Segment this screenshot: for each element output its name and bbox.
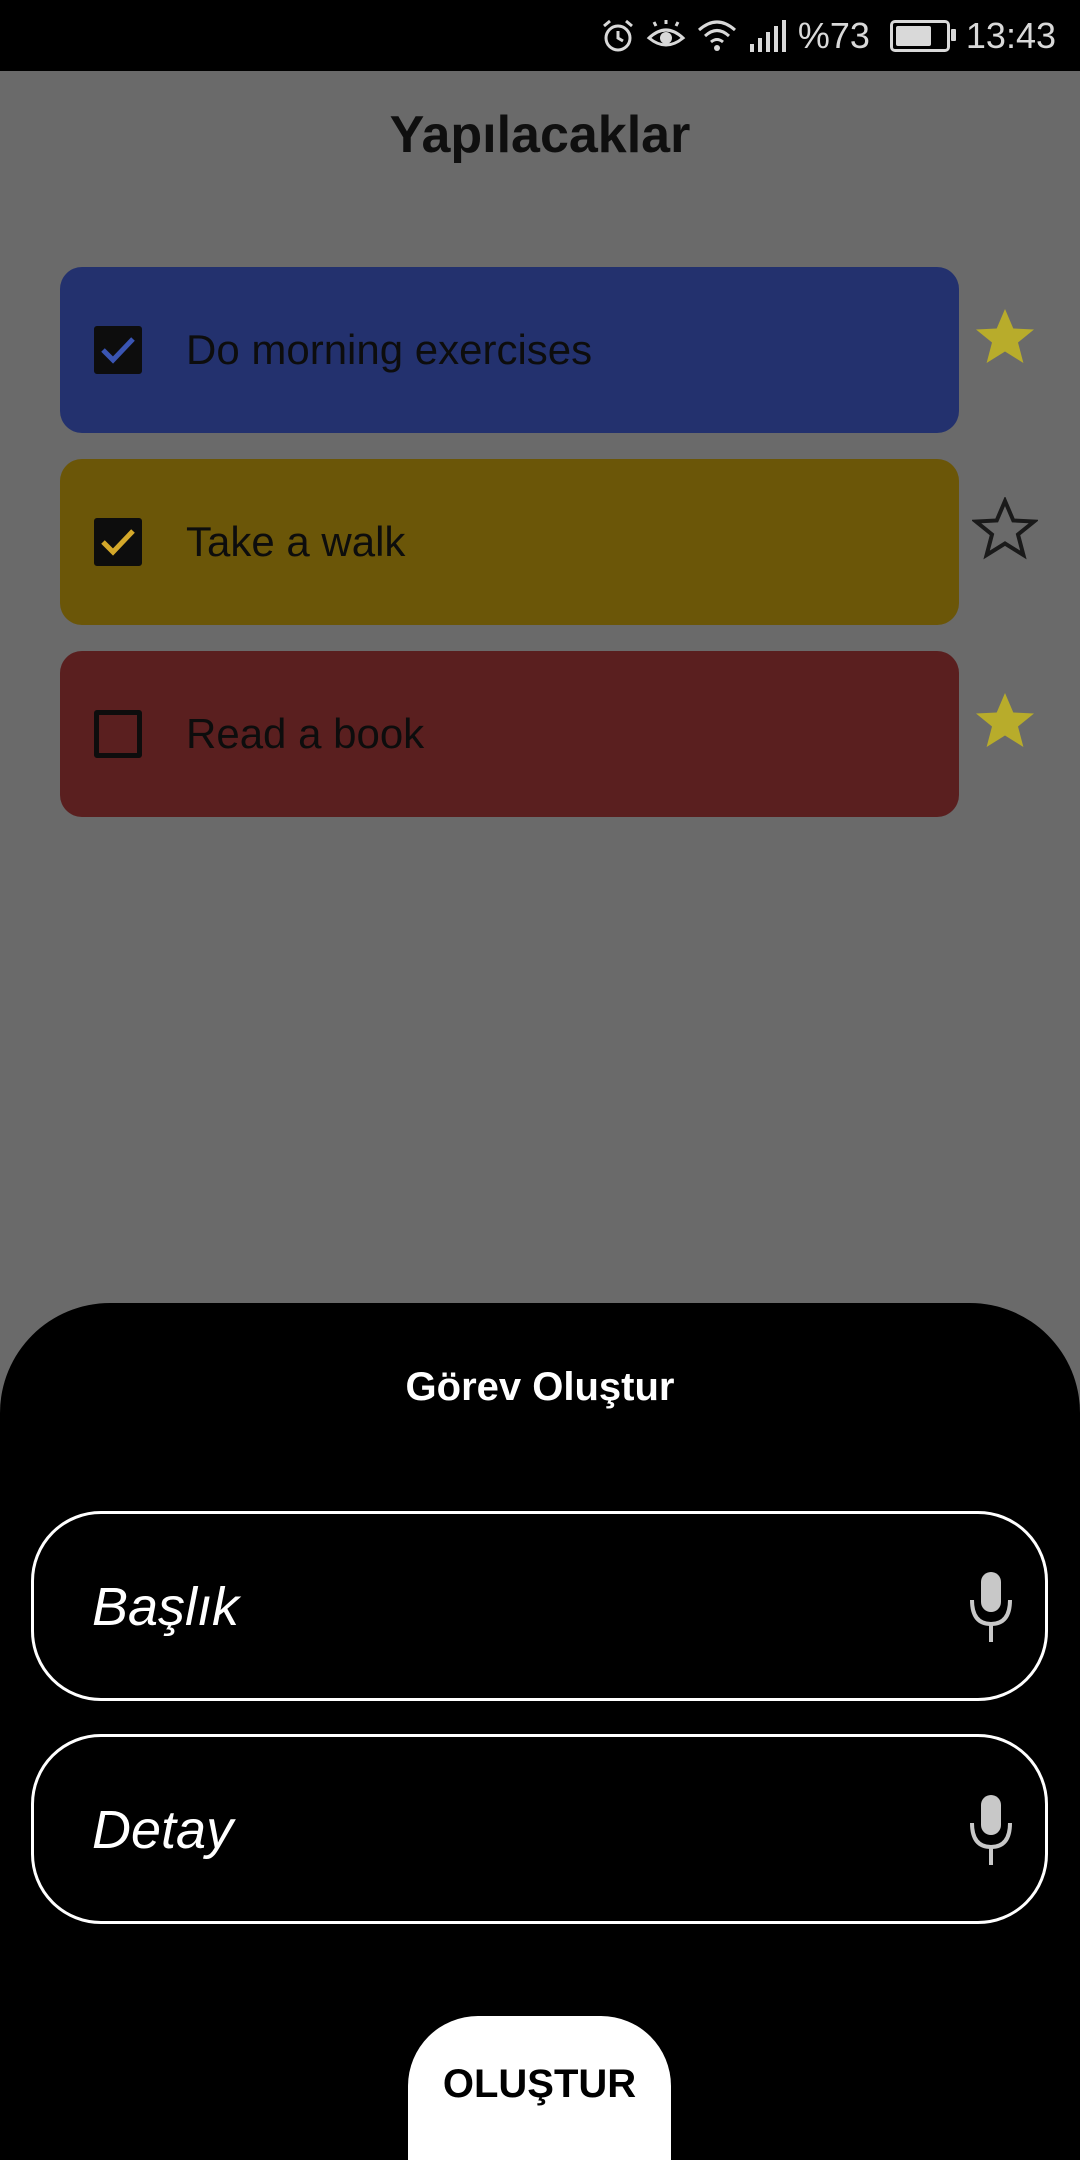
wifi-icon (697, 20, 736, 51)
mic-icon[interactable] (967, 1570, 1015, 1644)
star-filled-icon[interactable] (972, 305, 1038, 371)
create-task-sheet: Görev Oluştur OLUŞTUR (0, 1303, 1080, 2160)
page-title: Yapılacaklar (389, 106, 691, 164)
title-field[interactable] (31, 1511, 1048, 1701)
task-item[interactable]: Take a walk (60, 459, 959, 625)
detail-input[interactable] (90, 1737, 914, 1923)
status-icons: %73 13:43 (600, 0, 1056, 71)
battery-icon (889, 19, 956, 52)
task-label: Take a walk (186, 518, 406, 565)
star-filled-icon[interactable] (972, 689, 1038, 755)
signal-icon (749, 19, 786, 52)
task-item[interactable]: Read a book (60, 651, 959, 817)
eye-comfort-icon (646, 19, 686, 46)
checkmark-icon (101, 337, 135, 364)
clock: 13:43 (965, 14, 1056, 56)
sheet-title: Görev Oluştur (405, 1365, 675, 1409)
checkbox-checked[interactable] (94, 326, 142, 374)
alarm-icon (602, 19, 633, 51)
task-label: Do morning exercises (186, 326, 593, 373)
mic-icon[interactable] (967, 1793, 1015, 1867)
checkmark-icon (101, 529, 135, 556)
battery-percent: %73 (797, 14, 870, 56)
battery-level (895, 25, 931, 46)
task-item[interactable]: Do morning exercises (60, 267, 959, 433)
checkbox-checked[interactable] (94, 518, 142, 566)
detail-field[interactable] (31, 1734, 1048, 1924)
checkbox-unchecked[interactable] (94, 710, 142, 758)
star-outline-icon[interactable] (972, 497, 1038, 563)
create-button[interactable]: OLUŞTUR (408, 2016, 671, 2160)
task-label: Read a book (186, 710, 425, 757)
status-bar: %73 13:43 (0, 0, 1080, 71)
title-input[interactable] (90, 1514, 914, 1700)
